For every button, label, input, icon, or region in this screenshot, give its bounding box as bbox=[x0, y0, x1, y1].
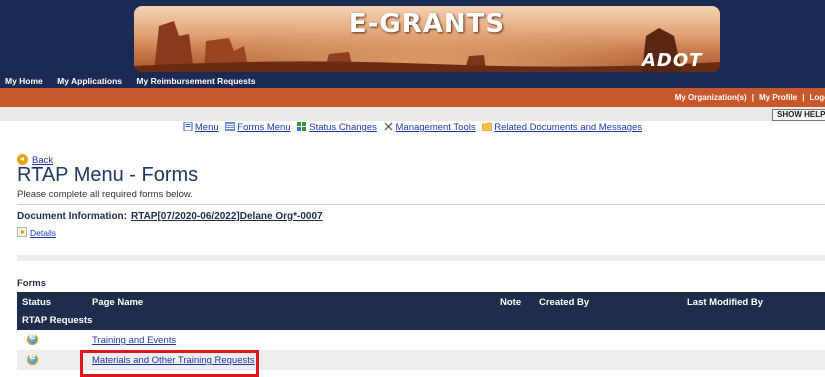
document-information: Document Information: RTAP[07/2020-06/202… bbox=[17, 211, 323, 222]
nav-my-home[interactable]: My Home bbox=[5, 76, 43, 86]
folder-icon bbox=[482, 122, 493, 131]
table-header: Status Page Name Note Created By Last Mo… bbox=[17, 292, 825, 312]
tools-icon bbox=[383, 122, 393, 131]
expand-arrow-icon[interactable] bbox=[17, 227, 27, 237]
menu-item-status-changes[interactable]: Status Changes bbox=[297, 122, 379, 133]
document-menu-bar: Menu Forms Menu Status Changes Managemen… bbox=[0, 122, 825, 138]
user-links: My Organization(s) | My Profile | Logo bbox=[675, 93, 825, 102]
column-header-page-name: Page Name bbox=[92, 297, 144, 308]
forms-section-label: Forms bbox=[17, 278, 47, 289]
my-organizations-link[interactable]: My Organization(s) bbox=[675, 93, 747, 102]
ie-icon bbox=[27, 351, 38, 365]
details-link[interactable]: Details bbox=[30, 228, 56, 238]
group-label: RTAP Requests bbox=[22, 315, 93, 326]
details-row: Details bbox=[17, 227, 56, 238]
logout-link[interactable]: Logo bbox=[809, 93, 825, 102]
highlight-box bbox=[80, 350, 259, 377]
egrants-banner: E-GRANTS ADOT bbox=[134, 6, 720, 72]
forms-menu-link[interactable]: Forms Menu bbox=[237, 122, 290, 133]
nav-my-applications[interactable]: My Applications bbox=[57, 76, 122, 86]
top-nav: My Home My Applications My Reimbursement… bbox=[5, 76, 267, 88]
status-icon bbox=[297, 122, 307, 131]
page-link-training-and-events[interactable]: Training and Events bbox=[92, 335, 176, 346]
management-tools-link[interactable]: Management Tools bbox=[396, 122, 476, 133]
my-profile-link[interactable]: My Profile bbox=[759, 93, 797, 102]
ie-icon bbox=[27, 331, 38, 345]
menu-item-menu[interactable]: Menu bbox=[183, 122, 221, 133]
separator: | bbox=[802, 93, 805, 102]
document-info-link[interactable]: RTAP[07/2020-06/2022]Delane Org*-0007 bbox=[131, 211, 323, 222]
menu-link[interactable]: Menu bbox=[195, 122, 219, 133]
column-header-last-modified-by: Last Modified By bbox=[687, 297, 764, 308]
show-help-button[interactable]: SHOW HELP bbox=[772, 109, 825, 121]
section-divider bbox=[17, 255, 825, 261]
forms-icon bbox=[225, 122, 236, 131]
column-header-created-by: Created By bbox=[539, 297, 590, 308]
menu-item-management-tools[interactable]: Management Tools bbox=[383, 122, 479, 133]
header: E-GRANTS ADOT My Home My Applications My… bbox=[0, 0, 825, 88]
document-icon bbox=[183, 122, 193, 131]
adot-logo: ADOT bbox=[642, 50, 703, 71]
banner-title: E-GRANTS bbox=[348, 9, 506, 39]
page-title: RTAP Menu - Forms bbox=[17, 164, 199, 186]
status-changes-link[interactable]: Status Changes bbox=[309, 122, 377, 133]
group-row-rtap-requests: RTAP Requests bbox=[17, 312, 825, 330]
document-info-label: Document Information: bbox=[17, 211, 127, 222]
menu-item-related-documents[interactable]: Related Documents and Messages bbox=[482, 122, 642, 133]
column-header-note: Note bbox=[500, 297, 522, 308]
nav-my-reimbursement-requests[interactable]: My Reimbursement Requests bbox=[136, 76, 255, 86]
table-row: Training and Events bbox=[17, 330, 825, 350]
help-bar: SHOW HELP bbox=[0, 107, 825, 121]
page-subtitle: Please complete all required forms below… bbox=[17, 189, 193, 200]
divider bbox=[17, 204, 825, 205]
related-documents-link[interactable]: Related Documents and Messages bbox=[494, 122, 642, 133]
column-header-status: Status bbox=[22, 297, 52, 308]
menu-item-forms-menu[interactable]: Forms Menu bbox=[225, 122, 293, 133]
user-bar: My Organization(s) | My Profile | Logo bbox=[0, 88, 825, 107]
separator: | bbox=[751, 93, 754, 102]
